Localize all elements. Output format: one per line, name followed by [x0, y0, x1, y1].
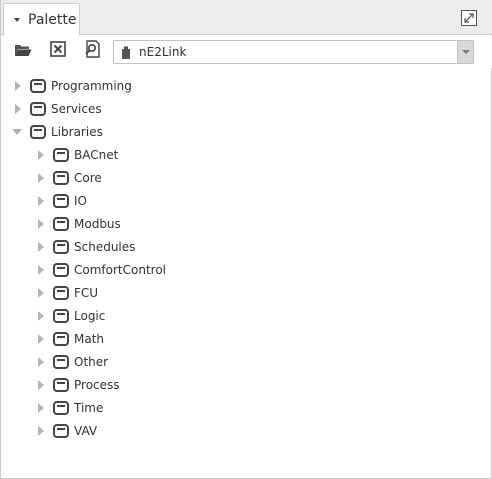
tree-node-label: ComfortControl — [74, 263, 166, 277]
tree-node-label: Process — [74, 378, 120, 392]
tree-node[interactable]: Math — [34, 329, 104, 349]
tree-node[interactable]: Process — [34, 375, 120, 395]
folder-icon — [53, 286, 69, 300]
tree-node-label: VAV — [74, 424, 98, 438]
database-icon — [121, 45, 131, 64]
tree-node-label: Core — [74, 171, 102, 185]
expand-right-icon[interactable] — [34, 191, 48, 211]
tree-node-label: Other — [74, 355, 109, 369]
tree-node[interactable]: Libraries — [11, 122, 103, 142]
tree-node[interactable]: FCU — [34, 283, 98, 303]
tree-node[interactable]: IO — [34, 191, 87, 211]
close-palette-button[interactable] — [48, 41, 68, 61]
tree-node-label: Services — [51, 102, 102, 116]
expand-right-icon[interactable] — [34, 168, 48, 188]
tree-node[interactable]: VAV — [34, 421, 97, 441]
tree-node-label: Time — [74, 401, 104, 415]
tree-node[interactable]: Programming — [11, 76, 132, 96]
find-palette-button[interactable] — [82, 40, 102, 62]
folder-icon — [30, 79, 46, 93]
palette-tab-bar: Palette — [1, 0, 492, 36]
tree-node-label: Schedules — [74, 240, 136, 254]
folder-icon — [53, 217, 69, 231]
tree-node[interactable]: Other — [34, 352, 108, 372]
tree-node-label: Logic — [74, 309, 106, 323]
folder-icon — [53, 401, 69, 415]
module-select[interactable]: nE2Link — [113, 40, 474, 64]
tree-node[interactable]: Schedules — [34, 237, 135, 257]
tree-node-label: Math — [74, 332, 105, 346]
folder-icon — [53, 148, 69, 162]
folder-icon — [53, 240, 69, 254]
palette-toolbar: nE2Link — [1, 36, 492, 68]
maximize-icon[interactable] — [461, 10, 477, 26]
expand-right-icon[interactable] — [34, 237, 48, 257]
tree-node[interactable]: Services — [11, 99, 102, 119]
tree-node[interactable]: ComfortControl — [34, 260, 166, 280]
chevron-down-icon[interactable] — [14, 18, 20, 22]
module-select-value: nE2Link — [139, 45, 187, 59]
tree-node-label: FCU — [74, 286, 99, 300]
expand-right-icon[interactable] — [34, 214, 48, 234]
close-box-icon — [50, 41, 66, 61]
chevron-down-icon[interactable] — [457, 41, 473, 63]
tree-node[interactable]: Logic — [34, 306, 105, 326]
folder-open-icon — [14, 42, 32, 61]
folder-icon — [53, 171, 69, 185]
folder-icon — [53, 194, 69, 208]
expand-right-icon[interactable] — [34, 145, 48, 165]
open-palette-button[interactable] — [13, 41, 33, 61]
expand-right-icon[interactable] — [11, 99, 25, 119]
tree-node-label: Programming — [51, 79, 132, 93]
tree-node-label: BACnet — [74, 148, 119, 162]
palette-tab-title: Palette — [28, 12, 77, 28]
folder-icon — [30, 125, 46, 139]
palette-window: Palette nE2Link Programming Services Lib… — [0, 0, 492, 479]
find-icon — [83, 40, 101, 62]
expand-right-icon[interactable] — [34, 329, 48, 349]
expand-right-icon[interactable] — [11, 76, 25, 96]
folder-icon — [53, 424, 69, 438]
tree-node-label: IO — [74, 194, 87, 208]
expand-down-icon[interactable] — [11, 122, 25, 142]
expand-right-icon[interactable] — [34, 352, 48, 372]
tree-node[interactable]: Core — [34, 168, 102, 188]
tree-node[interactable]: Modbus — [34, 214, 121, 234]
tree-node[interactable]: BACnet — [34, 145, 118, 165]
tree-node[interactable]: Time — [34, 398, 103, 418]
palette-tab[interactable]: Palette — [3, 3, 80, 36]
tree-node-label: Modbus — [74, 217, 121, 231]
expand-right-icon[interactable] — [34, 306, 48, 326]
folder-icon — [30, 102, 46, 116]
folder-icon — [53, 332, 69, 346]
expand-right-icon[interactable] — [34, 421, 48, 441]
expand-right-icon[interactable] — [34, 283, 48, 303]
folder-icon — [53, 263, 69, 277]
tree-node-label: Libraries — [51, 125, 103, 139]
folder-icon — [53, 355, 69, 369]
expand-right-icon[interactable] — [34, 375, 48, 395]
folder-icon — [53, 309, 69, 323]
expand-right-icon[interactable] — [34, 398, 48, 418]
folder-icon — [53, 378, 69, 392]
expand-right-icon[interactable] — [34, 260, 48, 280]
